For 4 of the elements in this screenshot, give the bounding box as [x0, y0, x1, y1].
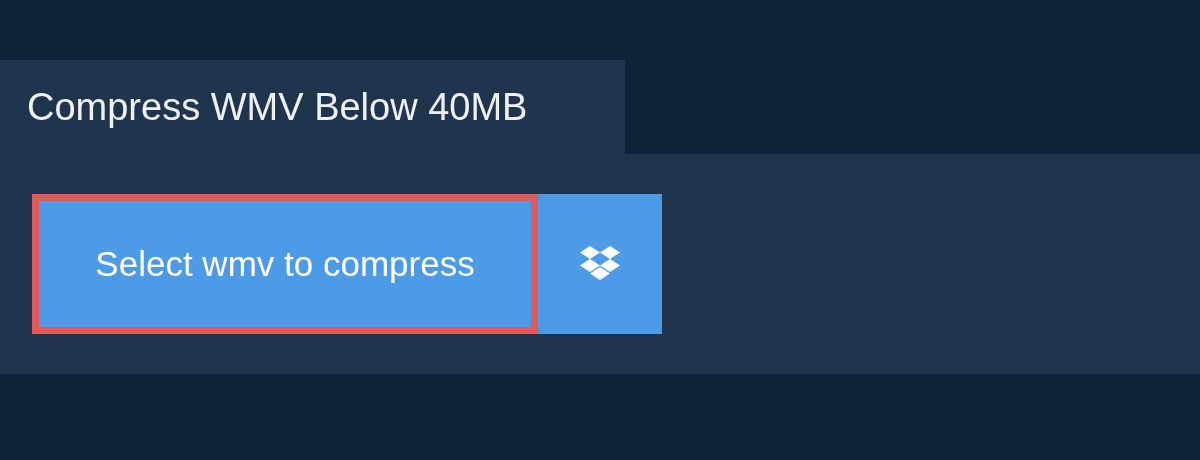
dropbox-icon	[579, 246, 621, 282]
select-file-button[interactable]: Select wmv to compress	[32, 194, 538, 334]
dropbox-button[interactable]	[538, 194, 662, 334]
page-title: Compress WMV Below 40MB	[27, 85, 528, 129]
